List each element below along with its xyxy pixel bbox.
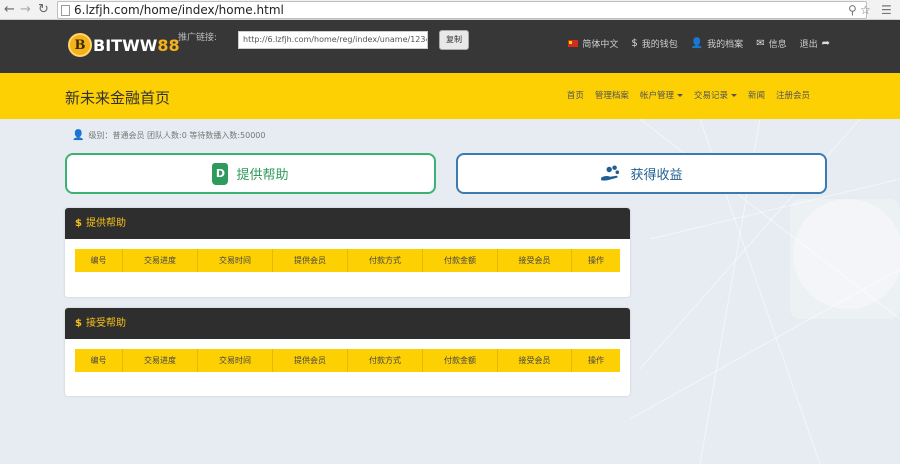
column-header: 交易进度 xyxy=(123,249,198,272)
top-header: B BITWW88 推广链接: http://6.lzfjh.com/home/… xyxy=(0,20,900,73)
provide-help-label: 提供帮助 xyxy=(236,168,289,183)
money-bag-icon: D xyxy=(212,162,229,185)
column-header: 付款方式 xyxy=(348,349,423,372)
address-bar[interactable]: 6.lzfjh.com/home/index/home.html xyxy=(57,1,867,19)
reload-icon[interactable]: ↻ xyxy=(38,2,49,18)
column-header: 接受会员 xyxy=(498,349,572,372)
column-header: 付款方式 xyxy=(348,249,423,272)
nav-account-manage[interactable]: 帐户管理 xyxy=(640,89,683,101)
member-info-text: 级别：普通会员 团队人数:0 等待数播入数:50000 xyxy=(88,131,266,140)
column-header: 交易进度 xyxy=(123,349,198,372)
site-logo[interactable]: B BITWW88 xyxy=(68,30,180,60)
provide-help-button[interactable]: D 提供帮助 xyxy=(65,153,436,194)
table-header-row: 编号 交易进度 交易时间 提供会员 付款方式 付款金额 接受会员 操作 xyxy=(75,249,620,272)
panel-header: $ 接受帮助 xyxy=(65,308,630,339)
user-icon: 👤 xyxy=(72,130,85,141)
envelope-icon: ✉ xyxy=(756,38,765,49)
title-bar: 新未来金融首页 首页 管理档案 帐户管理 交易记录 新闻 注册会员 xyxy=(0,73,900,119)
column-header: 交易时间 xyxy=(198,249,273,272)
column-header: 编号 xyxy=(75,249,123,272)
logout-link[interactable]: 退出 ➦ xyxy=(800,37,830,50)
column-header: 操作 xyxy=(588,256,604,265)
forward-icon[interactable]: → xyxy=(20,2,31,18)
page-title: 新未来金融首页 xyxy=(65,89,171,107)
page-icon xyxy=(61,5,70,16)
promo-link-field[interactable]: http://6.lzfjh.com/home/reg/index/uname/… xyxy=(238,31,428,49)
logo-text: BITWW88 xyxy=(93,35,180,55)
caret-down-icon xyxy=(676,94,683,97)
receive-help-panel: $ 接受帮助 编号 交易进度 交易时间 提供会员 付款方式 付款金额 接受会员 操… xyxy=(65,308,630,396)
get-income-label: 获得收益 xyxy=(630,168,683,183)
promo-link-label: 推广链接: xyxy=(178,33,218,43)
dollar-icon: $ xyxy=(75,318,82,329)
table-header-row: 编号 交易进度 交易时间 提供会员 付款方式 付款金额 接受会员 操作 xyxy=(75,349,620,372)
profile-link[interactable]: 👤 我的档案 xyxy=(691,37,743,50)
caret-down-icon xyxy=(730,94,737,97)
nav-register-member[interactable]: 注册会员 xyxy=(776,89,810,101)
nav-transactions[interactable]: 交易记录 xyxy=(694,89,737,101)
column-header: 付款金额 xyxy=(423,349,498,372)
main-nav: 首页 管理档案 帐户管理 交易记录 新闻 注册会员 xyxy=(567,89,810,101)
logout-arrow-icon: ➦ xyxy=(821,38,830,49)
back-icon[interactable]: ← xyxy=(4,2,15,18)
language-link[interactable]: 简体中文 xyxy=(568,37,618,50)
get-income-button[interactable]: 获得收益 xyxy=(456,153,827,194)
bitcoin-logo-icon: B xyxy=(68,33,92,57)
column-header: 交易时间 xyxy=(198,349,273,372)
column-header: 接受会员 xyxy=(498,249,572,272)
nav-manage-archive[interactable]: 管理档案 xyxy=(595,89,629,101)
wallet-link[interactable]: $ 我的钱包 xyxy=(631,37,677,50)
star-icon[interactable]: ☆ xyxy=(860,2,871,18)
column-header: 付款金额 xyxy=(423,249,498,272)
panel-header: $ 提供帮助 xyxy=(65,208,630,239)
column-header: 编号 xyxy=(75,349,123,372)
copy-button[interactable]: 复制 xyxy=(439,30,469,50)
china-flag-icon xyxy=(568,40,579,47)
member-info: 👤 级别：普通会员 团队人数:0 等待数播入数:50000 xyxy=(72,130,265,141)
hand-coins-icon xyxy=(601,164,620,181)
menu-icon[interactable]: ☰ xyxy=(881,2,892,18)
provide-help-panel: $ 提供帮助 编号 交易进度 交易时间 提供会员 付款方式 付款金额 接受会员 操… xyxy=(65,208,630,297)
key-icon[interactable]: ⚲ xyxy=(848,2,857,18)
nav-home[interactable]: 首页 xyxy=(567,89,584,101)
column-header: 提供会员 xyxy=(273,249,348,272)
column-header: 操作 xyxy=(588,356,604,365)
dollar-icon: $ xyxy=(631,38,638,49)
top-links: 简体中文 $ 我的钱包 👤 我的档案 ✉ 信息 退出 ➦ xyxy=(568,37,830,50)
nav-news[interactable]: 新闻 xyxy=(748,89,765,101)
dollar-icon: $ xyxy=(75,218,82,229)
address-text: 6.lzfjh.com/home/index/home.html xyxy=(74,3,284,17)
browser-toolbar: ← → ↻ 6.lzfjh.com/home/index/home.html ⚲… xyxy=(0,0,900,20)
messages-link[interactable]: ✉ 信息 xyxy=(756,37,786,50)
user-icon: 👤 xyxy=(690,38,704,49)
column-header: 提供会员 xyxy=(273,349,348,372)
